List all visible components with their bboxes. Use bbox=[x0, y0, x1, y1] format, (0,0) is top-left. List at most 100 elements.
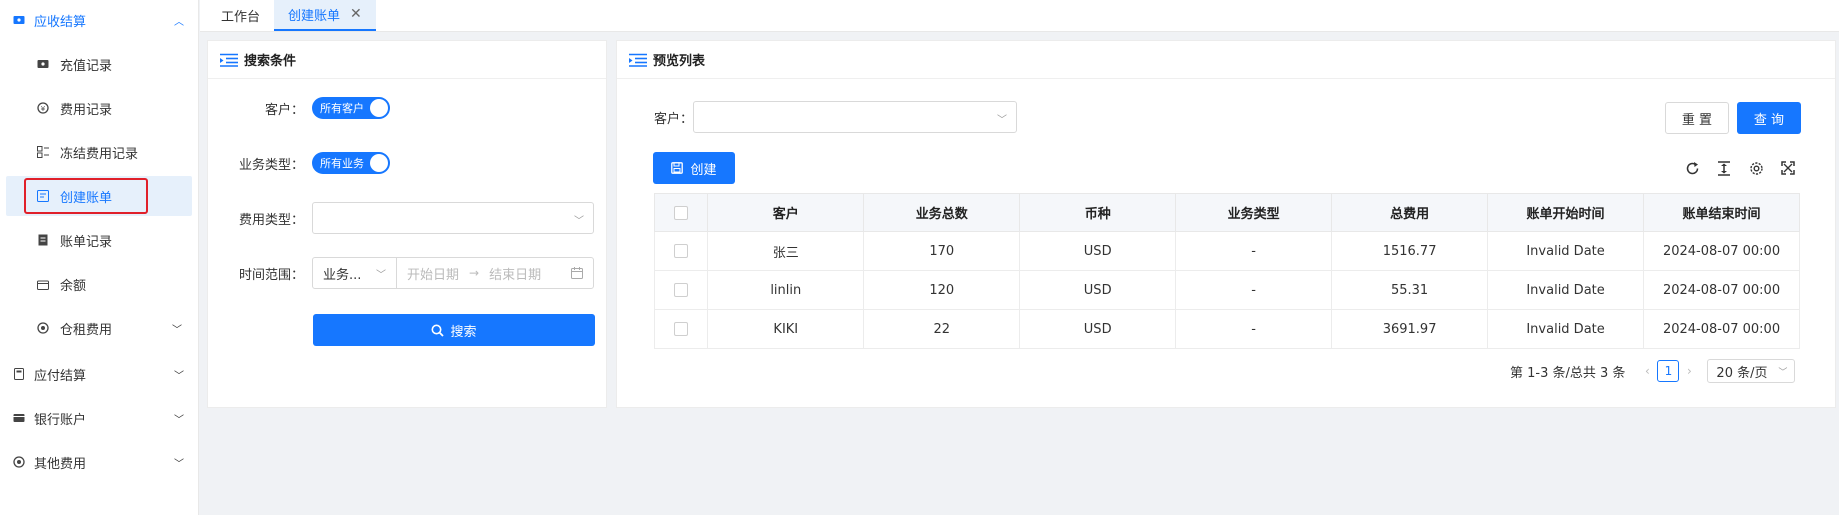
sidebar-item-label: 创建账单 bbox=[60, 190, 113, 206]
sidebar-item-label: 冻结费用记录 bbox=[60, 146, 139, 162]
table-toolbar bbox=[1683, 159, 1797, 177]
preview-customer-select[interactable]: ﹀ bbox=[693, 101, 1017, 133]
table-cell: Invalid Date bbox=[1487, 309, 1645, 349]
row-select-cell[interactable] bbox=[653, 231, 709, 271]
row-select-cell[interactable] bbox=[653, 309, 709, 349]
chevron-up-icon: ︿ bbox=[174, 16, 184, 28]
chevron-down-icon: ﹀ bbox=[1778, 367, 1788, 378]
table-row[interactable]: linlin 120 USD - 55.31 Invalid Date 2024… bbox=[653, 270, 1800, 310]
search-icon bbox=[431, 324, 445, 337]
table-cell: USD bbox=[1019, 309, 1177, 349]
row-checkbox[interactable] bbox=[674, 322, 689, 336]
all-business-toggle[interactable]: 所有业务 bbox=[312, 152, 390, 174]
page-size-value: 20 条/页 bbox=[1716, 365, 1768, 381]
table-cell: 22 bbox=[863, 309, 1021, 349]
sidebar-item-bill-records[interactable]: 账单记录 bbox=[6, 220, 192, 260]
chevron-down-icon: ﹀ bbox=[172, 324, 182, 336]
table-row[interactable]: KIKI 22 USD - 3691.97 Invalid Date 2024-… bbox=[653, 309, 1800, 349]
range-arrow-icon: → bbox=[469, 266, 480, 280]
create-button-label: 创建 bbox=[690, 162, 717, 178]
table-cell: 2024-08-07 00:00 bbox=[1643, 309, 1800, 349]
table-row[interactable]: 张三 170 USD - 1516.77 Invalid Date 2024-0… bbox=[653, 231, 1800, 271]
menu-group-other-fees[interactable]: 其他费用 ﹀ bbox=[0, 442, 198, 482]
sidebar-item-frozen-fees[interactable]: 冻结费用记录 bbox=[6, 132, 192, 172]
table-cell: 3691.97 bbox=[1331, 309, 1489, 349]
sidebar-item-balance[interactable]: 余额 bbox=[6, 264, 192, 304]
settings-icon[interactable] bbox=[1747, 159, 1765, 177]
tab-label: 工作台 bbox=[221, 9, 261, 25]
menu-group-bank-account[interactable]: 银行账户 ﹀ bbox=[0, 398, 198, 438]
fee-type-select[interactable]: ﹀ bbox=[312, 202, 594, 234]
column-header[interactable]: 业务类型 bbox=[1175, 193, 1333, 232]
row-select-cell[interactable] bbox=[653, 270, 709, 310]
sidebar-item-storage-fees[interactable]: 仓租费用 ﹀ bbox=[6, 308, 192, 348]
select-all-cell[interactable] bbox=[653, 193, 709, 232]
chevron-down-icon: ﹀ bbox=[574, 216, 584, 227]
table-cell: 120 bbox=[863, 270, 1021, 310]
reset-button-label: 重 置 bbox=[1681, 112, 1713, 128]
table-cell: Invalid Date bbox=[1487, 231, 1645, 271]
table-cell: 170 bbox=[863, 231, 1021, 271]
search-panel: 搜索条件 客户： 所有客户 业务类型： 所有业务 费用类型： ﹀ 时间范围： 业… bbox=[207, 40, 607, 408]
bill-record-icon bbox=[36, 234, 50, 246]
column-header[interactable]: 总费用 bbox=[1331, 193, 1489, 232]
business-type-row: 业务类型： 所有业务 bbox=[208, 152, 390, 174]
time-range-row: 时间范围： 业务... ﹀ 开始日期 → 结束日期 bbox=[208, 257, 594, 289]
column-header[interactable]: 账单结束时间 bbox=[1643, 193, 1800, 232]
column-header[interactable]: 币种 bbox=[1019, 193, 1177, 232]
table-cell: 55.31 bbox=[1331, 270, 1489, 310]
preview-table: 客户 业务总数 币种 业务类型 总费用 账单开始时间 账单结束时间 张三 170… bbox=[653, 193, 1800, 349]
chevron-down-icon: ﹀ bbox=[174, 370, 184, 382]
page-size-select[interactable]: 20 条/页 ﹀ bbox=[1707, 359, 1796, 383]
start-date-input[interactable]: 开始日期 bbox=[397, 264, 469, 283]
refresh-icon[interactable] bbox=[1683, 159, 1701, 177]
preview-panel-header: 预览列表 bbox=[617, 41, 1835, 79]
time-range-picker[interactable]: 业务... ﹀ 开始日期 → 结束日期 bbox=[312, 257, 594, 289]
table-cell: - bbox=[1175, 270, 1333, 310]
time-range-label: 时间范围： bbox=[238, 267, 304, 283]
panel-title: 搜索条件 bbox=[244, 54, 297, 69]
all-customers-toggle[interactable]: 所有客户 bbox=[312, 97, 390, 119]
reset-button[interactable]: 重 置 bbox=[1665, 102, 1729, 134]
search-button[interactable]: 搜索 bbox=[313, 314, 595, 346]
sidebar-item-recharge[interactable]: 充值记录 bbox=[6, 44, 192, 84]
end-date-input[interactable]: 结束日期 bbox=[479, 264, 551, 283]
coin-icon bbox=[12, 456, 26, 468]
page-1-button[interactable]: 1 bbox=[1657, 360, 1680, 382]
sidebar-item-create-bill[interactable]: 创建账单 bbox=[6, 176, 192, 216]
table-cell: 张三 bbox=[707, 231, 865, 271]
next-page-icon[interactable]: › bbox=[1679, 364, 1699, 378]
column-header[interactable]: 账单开始时间 bbox=[1487, 193, 1645, 232]
ticket-icon bbox=[36, 59, 50, 69]
fullscreen-icon[interactable] bbox=[1779, 159, 1797, 177]
menu-group-receivable[interactable]: 应收结算 ︿ bbox=[0, 0, 198, 40]
sidebar-item-label: 充值记录 bbox=[60, 58, 113, 74]
column-height-icon[interactable] bbox=[1715, 159, 1733, 177]
time-mode-select[interactable]: 业务... ﹀ bbox=[313, 258, 397, 288]
business-type-label: 业务类型： bbox=[238, 157, 304, 173]
column-header[interactable]: 客户 bbox=[707, 193, 865, 232]
panel-title: 预览列表 bbox=[653, 54, 706, 69]
fee-type-row: 费用类型： ﹀ bbox=[208, 202, 594, 234]
tab-create-bill[interactable]: 创建账单 ✕ bbox=[274, 0, 376, 31]
chevron-down-icon: ﹀ bbox=[997, 115, 1007, 126]
close-icon[interactable]: ✕ bbox=[350, 6, 362, 22]
row-checkbox[interactable] bbox=[674, 283, 689, 297]
sidebar-item-fees[interactable]: ¥ 费用记录 bbox=[6, 88, 192, 128]
tab-workbench[interactable]: 工作台 bbox=[207, 0, 274, 31]
query-button[interactable]: 查 询 bbox=[1737, 102, 1801, 134]
table-cell: USD bbox=[1019, 270, 1177, 310]
create-button[interactable]: 创建 bbox=[653, 152, 735, 184]
toggle-text: 所有客户 bbox=[320, 102, 364, 115]
card-icon bbox=[12, 413, 26, 423]
select-all-checkbox[interactable] bbox=[674, 205, 689, 220]
tab-label: 创建账单 bbox=[288, 8, 341, 24]
bill-create-icon bbox=[36, 190, 50, 202]
menu-group-payable[interactable]: 应付结算 ﹀ bbox=[0, 354, 198, 394]
table-cell: 2024-08-07 00:00 bbox=[1643, 231, 1800, 271]
table-cell: KIKI bbox=[707, 309, 865, 349]
column-header[interactable]: 业务总数 bbox=[863, 193, 1021, 232]
row-checkbox[interactable] bbox=[674, 244, 689, 258]
prev-page-icon[interactable]: ‹ bbox=[1637, 364, 1657, 378]
table-cell: 2024-08-07 00:00 bbox=[1643, 270, 1800, 310]
